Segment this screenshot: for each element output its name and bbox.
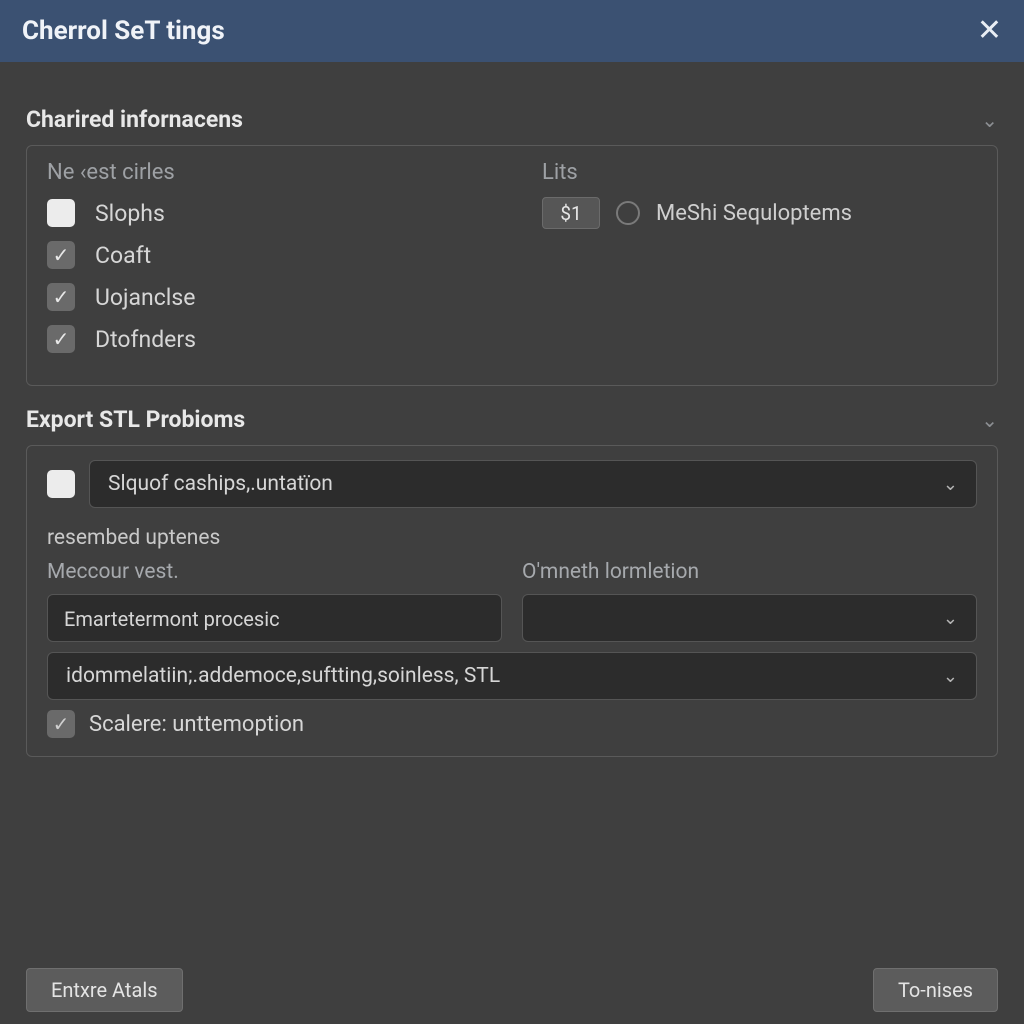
right-field-dropdown[interactable]: ⌄ <box>522 594 977 642</box>
checkbox-label: Slophs <box>95 200 165 227</box>
top-dropdown[interactable]: Slquof caships,.untatïon ⌄ <box>89 460 977 508</box>
window-title: Cherrol SeT tings <box>22 16 225 46</box>
chevron-down-icon: ⌄ <box>943 666 958 687</box>
section-1-header[interactable]: Charired infornacens ⌄ <box>26 106 998 133</box>
footer: Entxre Atals To-nises <box>26 968 998 1012</box>
checkbox-coaft[interactable]: ✓ <box>47 241 75 269</box>
left-field-label: Meccour vest. <box>47 560 502 584</box>
radio-label: MeShi Sequloptems <box>656 201 852 226</box>
left-field-input[interactable]: Emartetermont procesic <box>47 594 502 642</box>
chevron-down-icon: ⌄ <box>943 474 958 495</box>
chevron-down-icon: ⌄ <box>981 408 998 432</box>
section-2-title: Export STL Probioms <box>26 406 245 433</box>
checkbox-dtofnders[interactable]: ✓ <box>47 325 75 353</box>
checkbox-uojanclse[interactable]: ✓ <box>47 283 75 311</box>
section-1-panel: Ne ‹est cirles Slophs ✓ Coaft ✓ Uojancls… <box>26 145 998 386</box>
long-dropdown[interactable]: idommelatiin;.addemoce,suftting,soinless… <box>47 652 977 700</box>
checkbox-top-dropdown[interactable] <box>47 470 75 498</box>
check-row: ✓ Uojanclse <box>47 283 482 311</box>
checkbox-label: Dtofnders <box>95 326 196 353</box>
chevron-down-icon: ⌄ <box>981 108 998 132</box>
section-2-header[interactable]: Export STL Probioms ⌄ <box>26 406 998 433</box>
check-row: ✓ Dtofnders <box>47 325 482 353</box>
scale-label: Scalere: unttemoption <box>89 712 304 737</box>
section-2-panel: Slquof caships,.untatïon ⌄ resembed upte… <box>26 445 998 757</box>
close-icon[interactable]: ✕ <box>977 16 1002 46</box>
right-column-label: Lits <box>542 160 977 185</box>
check-row: ✓ Coaft <box>47 241 482 269</box>
lits-value-input[interactable]: $1 <box>542 197 600 229</box>
radio-meshi[interactable] <box>616 201 640 225</box>
subsection-title: resembed uptenes <box>47 526 977 550</box>
entxre-atals-button[interactable]: Entxre Atals <box>26 968 183 1012</box>
chevron-down-icon: ⌄ <box>943 608 958 629</box>
checkbox-label: Coaft <box>95 242 151 269</box>
left-column-label: Ne ‹est cirles <box>47 160 482 185</box>
dropdown-value: idommelatiin;.addemoce,suftting,soinless… <box>66 664 500 688</box>
dropdown-value: Slquof caships,.untatïon <box>108 472 333 496</box>
to-nises-button[interactable]: To-nises <box>873 968 998 1012</box>
checkbox-scalere[interactable]: ✓ <box>47 710 75 738</box>
checkbox-label: Uojanclse <box>95 284 195 311</box>
right-field-label: O'mneth lormletion <box>522 560 977 584</box>
checkbox-slophs[interactable] <box>47 199 75 227</box>
section-1-title: Charired infornacens <box>26 106 243 133</box>
check-row: Slophs <box>47 199 482 227</box>
titlebar: Cherrol SeT tings ✕ <box>0 0 1024 62</box>
